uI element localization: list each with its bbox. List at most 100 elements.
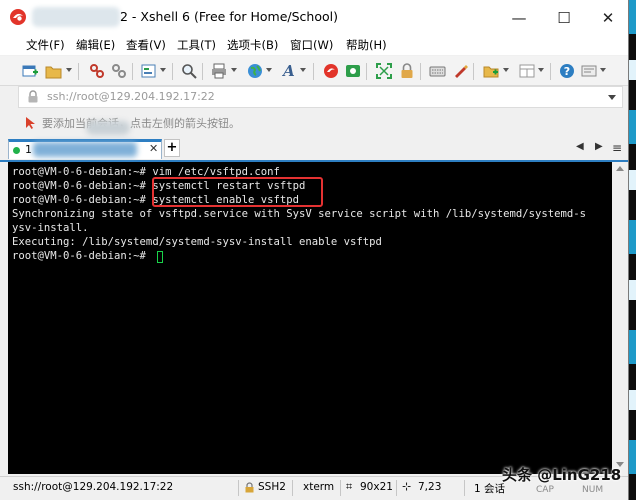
status-separator [340,480,341,496]
terminal-cursor [157,251,163,263]
maximize-icon: ☐ [557,8,571,27]
new-tab-dropdown-icon[interactable] [503,68,509,72]
close-button[interactable]: ✕ [585,0,628,35]
terminal-area[interactable]: root@VM-0-6-debian:~# vim /etc/vsftpd.co… [8,162,612,474]
status-lock-icon [245,482,254,493]
print-icon[interactable] [210,62,228,80]
toolbar-separator [172,63,173,80]
terminal-line: Synchronizing state of vsftpd.service wi… [12,208,587,220]
xshell-icon[interactable] [322,62,340,80]
toolbar-separator [550,63,551,80]
address-dropdown-icon[interactable] [608,95,616,100]
menu-tabs[interactable]: 选项卡(B) [227,37,278,53]
status-caps: CAP [536,485,554,495]
toolbar-separator [366,63,367,80]
watermark-text: 头条 @LinG218 [502,466,622,484]
status-terminal-type: xterm [303,481,335,493]
disconnect-icon[interactable] [110,62,128,80]
tab-label: 1 [25,143,32,156]
menu-edit[interactable]: 编辑(E) [76,37,115,53]
layout-dropdown-icon[interactable] [538,68,544,72]
menu-window[interactable]: 窗口(W) [290,37,333,53]
hint-redacted-region [86,121,130,135]
address-bar[interactable]: ssh://root@129.204.192.17:22 [18,86,623,108]
toolbar-separator [420,63,421,80]
options-dropdown-icon[interactable] [600,68,606,72]
menu-view[interactable]: 查看(V) [126,37,166,53]
keyboard-icon[interactable] [428,62,446,80]
tab-bar: 1 ✕ + ◀ ▶ ≡ [0,138,628,162]
open-dropdown-icon[interactable] [66,68,72,72]
cursor-position-icon: ⊹ [402,480,412,493]
hint-text: 要添加当前会话，点击左侧的箭头按钮。 [42,117,240,130]
globe-icon[interactable] [246,62,264,80]
terminal-line: ysv-install. [12,222,89,234]
open-folder-icon[interactable] [44,62,62,80]
title-bar: 2 - Xshell 6 (Free for Home/School) — ☐ … [0,0,628,35]
lock-icon[interactable] [398,62,416,80]
terminal-line: Executing: /lib/systemd/systemd-sysv-ins… [12,236,382,248]
script-icon[interactable] [451,62,469,80]
terminal-line: root@VM-0-6-debian:~# [12,250,153,262]
print-dropdown-icon[interactable] [231,68,237,72]
xshell-logo-icon [10,9,26,25]
tab-scroll-left-icon[interactable]: ◀ [576,141,584,152]
terminal-size-icon: ⌗ [346,480,353,493]
svg-text:?: ? [564,65,570,78]
status-separator [238,480,239,496]
layout-icon[interactable] [518,62,536,80]
status-size: 90x21 [360,481,393,493]
status-cursor-position: 7,23 [418,481,442,493]
toolbar: A ? [0,56,628,86]
menu-tools[interactable]: 工具(T) [177,37,216,53]
tab-close-icon[interactable]: ✕ [149,142,158,155]
new-session-icon[interactable] [21,62,39,80]
add-tab-button[interactable]: + [164,139,180,157]
toolbar-separator [78,63,79,80]
options-icon[interactable] [580,62,598,80]
reconnect-icon[interactable] [88,62,106,80]
new-tab-icon[interactable] [482,62,500,80]
xftp-icon[interactable] [344,62,362,80]
background-edge-strip [629,0,636,500]
minimize-icon: — [511,8,527,27]
close-icon: ✕ [601,8,615,27]
fullscreen-icon[interactable] [375,62,393,80]
globe-dropdown-icon[interactable] [266,68,272,72]
scroll-up-icon[interactable] [616,166,624,171]
status-protocol: SSH2 [258,481,286,493]
toolbar-separator [473,63,474,80]
status-separator [396,480,397,496]
session-hint-bar: 要添加当前会话，点击左侧的箭头按钮。 [0,110,628,135]
status-separator [464,480,465,496]
command-highlight-box [152,177,323,207]
tab-scroll-right-icon[interactable]: ▶ [595,141,603,152]
terminal-scrollbar[interactable] [612,162,628,474]
address-input[interactable]: ssh://root@129.204.192.17:22 [47,90,215,103]
toolbar-separator [132,63,133,80]
window-title: 2 - Xshell 6 (Free for Home/School) [120,9,338,24]
properties-dropdown-icon[interactable] [160,68,166,72]
tab-list-menu-icon[interactable]: ≡ [612,141,622,155]
properties-icon[interactable] [140,62,158,80]
tab-redacted-region [33,142,137,157]
font-dropdown-icon[interactable] [300,68,306,72]
menu-bar: 文件(F) 编辑(E) 查看(V) 工具(T) 选项卡(B) 窗口(W) 帮助(… [0,35,628,55]
menu-file[interactable]: 文件(F) [26,37,65,53]
font-icon[interactable]: A [280,62,298,80]
minimize-button[interactable]: — [496,0,542,35]
title-redacted-region [32,7,120,27]
address-lock-icon [28,90,38,103]
status-sessions: 1 会话 [474,483,506,495]
xshell-window: 2 - Xshell 6 (Free for Home/School) — ☐ … [0,0,629,500]
add-session-arrow-icon[interactable] [25,116,37,129]
find-icon[interactable] [180,62,198,80]
tab-session-1[interactable]: 1 ✕ [8,139,162,159]
toolbar-separator [202,63,203,80]
help-icon[interactable]: ? [558,62,576,80]
status-connection: ssh://root@129.204.192.17:22 [13,481,174,493]
maximize-button[interactable]: ☐ [541,0,587,35]
menu-help[interactable]: 帮助(H) [346,37,387,53]
status-separator [292,480,293,496]
connected-status-icon [13,147,20,154]
